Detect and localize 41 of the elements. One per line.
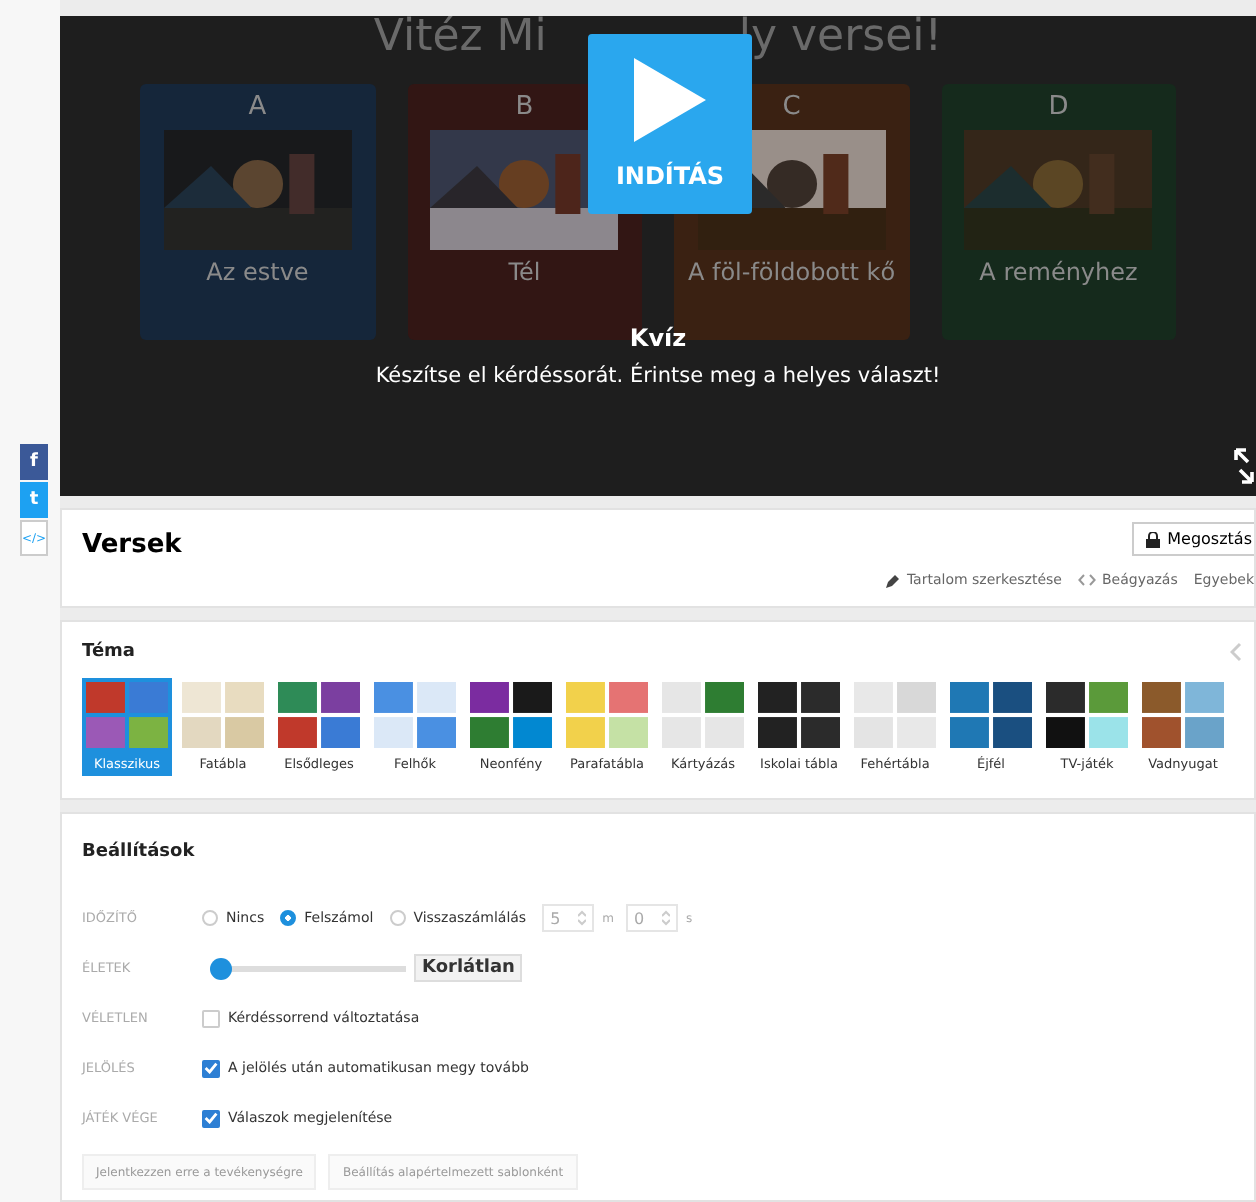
radio-button[interactable] xyxy=(389,910,406,926)
fullscreen-icon[interactable] xyxy=(1234,448,1254,484)
theme-thumbnail xyxy=(86,682,168,748)
theme-thumbnail xyxy=(278,682,360,748)
card-label: A föl-földobott kő xyxy=(687,260,896,284)
card-letter: A xyxy=(248,92,267,122)
facebook-button[interactable]: f xyxy=(20,444,48,480)
checkbox[interactable] xyxy=(202,1009,220,1027)
theme-thumbnail xyxy=(662,682,744,748)
pencil-icon xyxy=(886,573,901,587)
theme-thumbnail xyxy=(1046,682,1128,748)
section-title: Beállítások xyxy=(82,842,197,862)
theme-thumbnail xyxy=(854,682,936,748)
radio-button[interactable] xyxy=(280,910,297,926)
theme-thumbnail xyxy=(566,682,648,748)
spinner-arrows-icon xyxy=(661,910,670,926)
play-icon xyxy=(630,54,710,146)
card-letter: B xyxy=(515,92,534,122)
code-icon xyxy=(1077,574,1096,586)
theme-thumbnail xyxy=(470,682,552,748)
lives-value: Korlátlan xyxy=(414,954,523,982)
activity-description: Készítse el kérdéssorát. Érintse meg a helyes választ! xyxy=(373,364,943,388)
theme-thumbnail xyxy=(1142,682,1224,748)
theme-thumbnail xyxy=(182,682,264,748)
card-label: Az estve xyxy=(206,260,309,284)
checkbox[interactable] xyxy=(202,1109,220,1127)
spinner-arrows-icon xyxy=(578,910,587,926)
theme-thumbnail xyxy=(950,682,1032,748)
theme-thumbnail xyxy=(374,682,456,748)
theme-thumbnail xyxy=(758,682,840,748)
activity-name: Versek xyxy=(82,530,182,564)
card-label: A reményhez xyxy=(979,260,1138,284)
card-label: Tél xyxy=(508,260,541,284)
lock-icon xyxy=(1145,531,1160,547)
card-letter: D xyxy=(1048,92,1069,122)
card-letter: C xyxy=(782,92,801,122)
radio-button[interactable] xyxy=(202,910,218,926)
section-title: Téma xyxy=(82,642,135,662)
share-button[interactable]: Megosztás xyxy=(1131,522,1254,556)
activity-type: Kvíz xyxy=(627,324,689,352)
checkbox[interactable] xyxy=(202,1059,220,1077)
